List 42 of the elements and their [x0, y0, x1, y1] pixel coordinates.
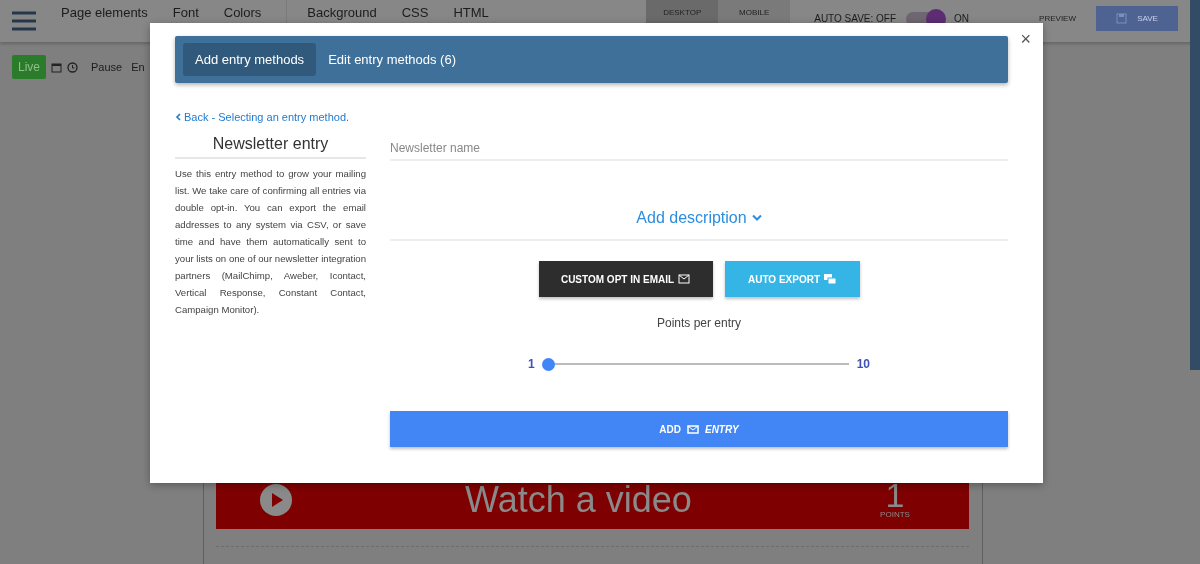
- close-button[interactable]: ×: [1020, 29, 1031, 50]
- add-description-button[interactable]: Add description: [636, 209, 762, 227]
- points-label: Points per entry: [656, 316, 741, 330]
- calendar-icon: [51, 61, 62, 73]
- points-value: 1: [885, 480, 905, 510]
- play-icon: [260, 483, 292, 516]
- toggle-label: ON: [954, 13, 970, 24]
- back-link[interactable]: Back - Selecting an entry method.: [175, 111, 350, 123]
- view-tab[interactable]: DESKTOP: [646, 0, 719, 24]
- slider-max: 10: [856, 357, 870, 371]
- menu-icon[interactable]: [12, 11, 36, 31]
- auto-save-label: AUTO SAVE: OFF: [814, 13, 897, 24]
- description-text: Use this entry method to grow your mailing list. We take care of confirming all entries via double opt-in. You can export the email addresses to any system via CSV, or save time and have them automatically sent to your lists on one of our newsletter integration partners (MailChimp, Aweber, Icontact, Vertical Response, Constant Contact, Campaign Monitor).: [175, 167, 366, 317]
- live-button[interactable]: Live: [12, 55, 46, 79]
- menu-item[interactable]: Background: [307, 6, 377, 20]
- envelope-icon: [686, 424, 699, 434]
- menu-item[interactable]: CSS: [401, 6, 429, 20]
- caret-down-icon: [751, 214, 762, 222]
- tab[interactable]: Edit entry methods (6): [316, 43, 468, 76]
- entry-title: Watch a video: [464, 478, 693, 521]
- clock-icon: [67, 61, 78, 73]
- save-button[interactable]: SAVE: [1096, 6, 1178, 31]
- points-label: POINTS: [880, 510, 910, 519]
- scrollbar[interactable]: [1190, 0, 1200, 370]
- section-title: Newsletter entry: [175, 135, 366, 159]
- envelope-icon: [678, 274, 691, 284]
- toolbar-item[interactable]: En: [131, 61, 145, 73]
- preview-button[interactable]: PREVIEW: [1039, 14, 1076, 23]
- menu-item[interactable]: HTML: [453, 6, 489, 20]
- menu-item[interactable]: Font: [172, 6, 199, 20]
- tab[interactable]: Add entry methods: [183, 43, 317, 76]
- view-tab[interactable]: MOBILE: [718, 0, 791, 24]
- pause-button[interactable]: Pause: [87, 61, 127, 73]
- add-entry-button[interactable]: ADD ENTRY: [390, 411, 1008, 447]
- custom-email-button[interactable]: CUSTOM OPT IN EMAIL: [538, 261, 713, 297]
- menu-item[interactable]: Page elements: [61, 6, 148, 20]
- slider-thumb[interactable]: [541, 357, 555, 371]
- menu-item[interactable]: Colors: [223, 6, 262, 20]
- export-icon: [824, 274, 836, 284]
- slider-min: 1: [527, 357, 535, 371]
- auto-export-button[interactable]: AUTO EXPORT: [724, 261, 860, 297]
- chevron-left-icon: [175, 113, 181, 121]
